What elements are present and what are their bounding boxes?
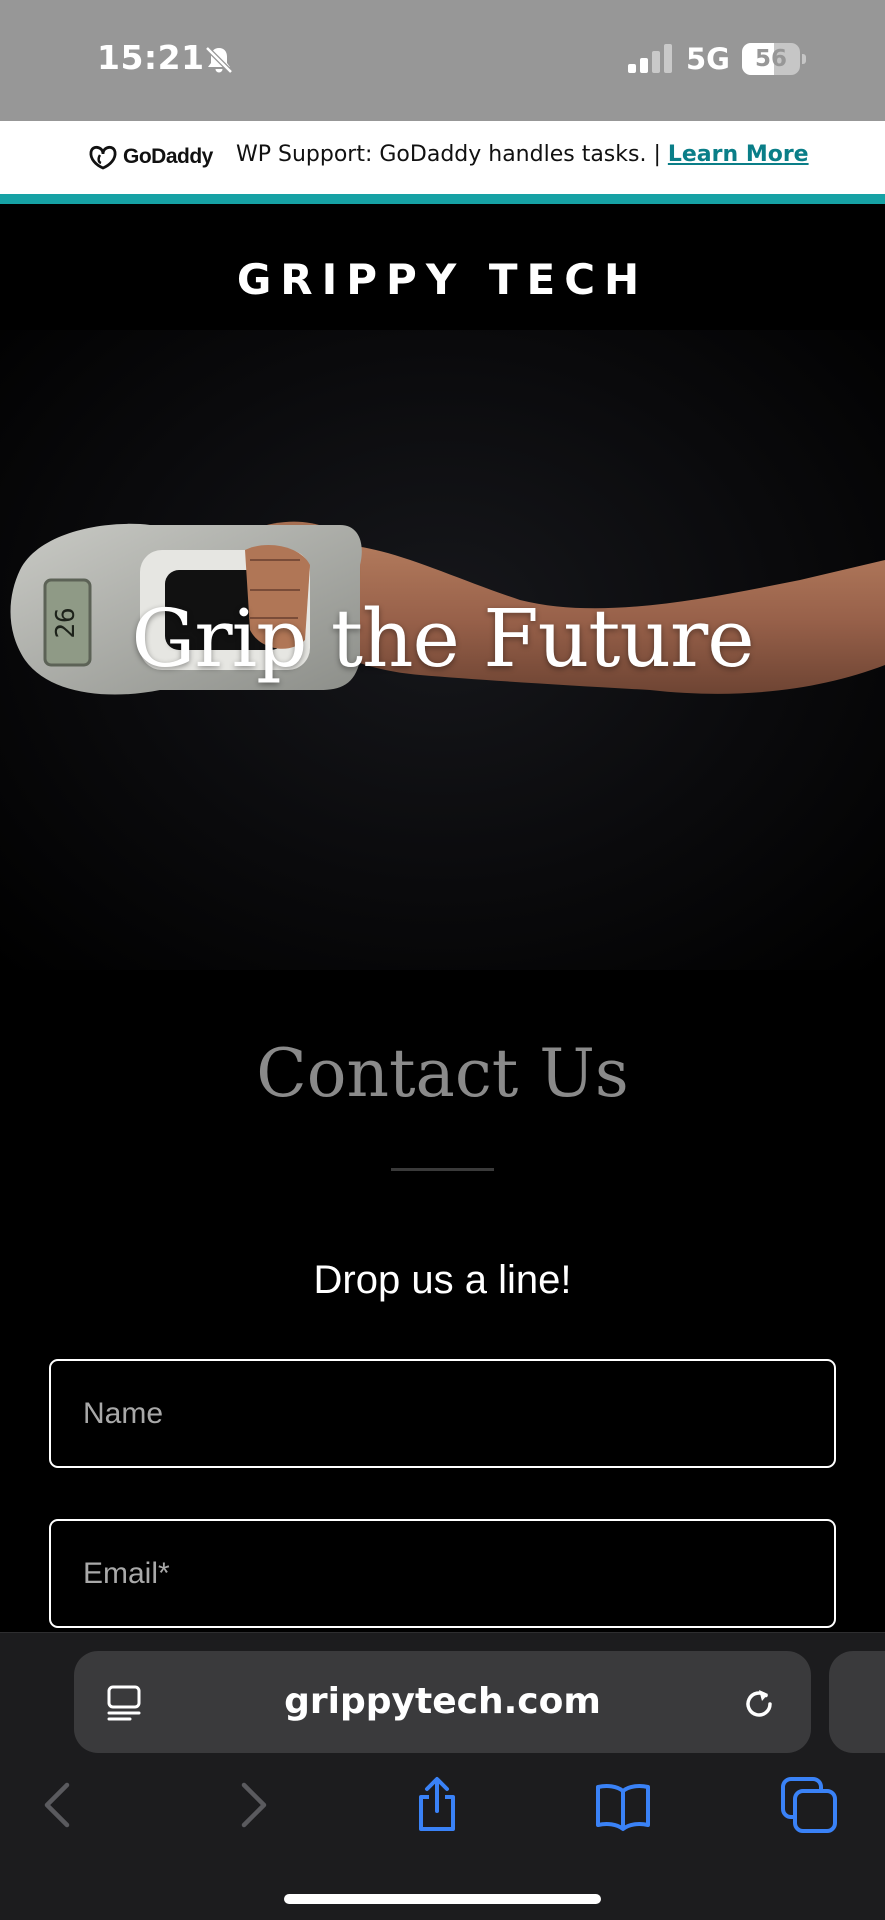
email-input[interactable] [49,1519,836,1628]
godaddy-logo-text: GoDaddy [123,145,213,168]
hero-title: Grip the Future [131,592,754,685]
godaddy-banner: GoDaddy WP Support: GoDaddy handles task… [0,121,885,194]
address-bar[interactable]: grippytech.com [74,1651,811,1753]
share-icon[interactable] [407,1775,467,1835]
site-brand[interactable]: GRIPPY TECH [0,255,885,304]
battery-icon: 56 [742,43,806,75]
reload-icon[interactable] [740,1684,778,1722]
battery-percent: 56 [754,46,787,72]
browser-toolbar: grippytech.com [0,1632,885,1920]
contact-title: Contact Us [256,1035,629,1112]
home-indicator [284,1894,601,1904]
contact-subtitle: Drop us a line! [313,1258,572,1302]
name-input[interactable] [49,1359,836,1468]
network-label: 5G [686,42,730,76]
next-tab-preview[interactable] [829,1651,885,1753]
godaddy-logo-icon [89,145,117,170]
url-text[interactable]: grippytech.com [74,1681,811,1722]
learn-more-link[interactable]: Learn More [668,142,809,167]
status-time: 15:21 [97,38,205,77]
tabs-icon[interactable] [779,1775,839,1835]
status-bar: 15:21 5G 56 [0,0,885,121]
banner-message: WP Support: GoDaddy handles tasks. | Lea… [236,142,809,167]
forward-icon[interactable] [222,1775,282,1835]
godaddy-logo: GoDaddy [87,139,213,175]
cellular-signal-icon [628,44,672,73]
section-divider [391,1168,494,1171]
hero-section: 26 Grip the Future [0,330,885,970]
bell-slash-icon [205,46,233,74]
banner-accent-line [0,194,885,204]
banner-text: WP Support: GoDaddy handles tasks. | [236,142,668,167]
bookmarks-icon[interactable] [593,1775,653,1835]
back-icon[interactable] [29,1775,89,1835]
